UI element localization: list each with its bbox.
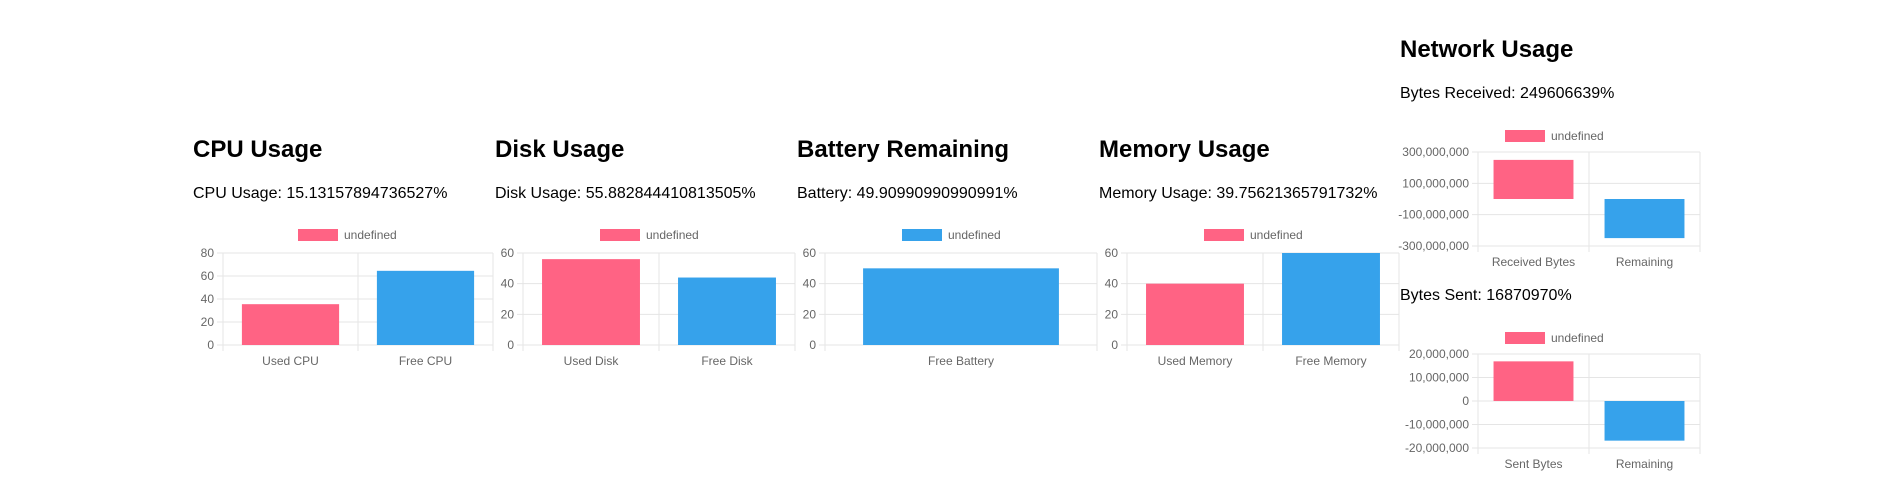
memory-chart: undefined 0 20 40 60 Used Memory Free Memory: [1105, 228, 1400, 368]
y-tick-label: 100,000,000: [1402, 176, 1469, 190]
legend-label: undefined: [1551, 331, 1604, 345]
legend[interactable]: undefined: [1505, 129, 1604, 143]
legend-swatch: [1204, 229, 1244, 241]
disk-title: Disk Usage: [495, 136, 625, 163]
x-tick-label: Free CPU: [399, 354, 452, 368]
x-tick-label: Used Disk: [564, 354, 620, 368]
y-tick-label: -10,000,000: [1405, 418, 1469, 432]
bar-free-memory[interactable]: [1282, 253, 1380, 345]
y-tick-label: 300,000,000: [1402, 145, 1469, 159]
bar-received-bytes[interactable]: [1493, 159, 1574, 199]
legend[interactable]: undefined: [1505, 331, 1604, 345]
legend-label: undefined: [948, 228, 1001, 242]
cpu-stat: CPU Usage: 15.13157894736527%: [193, 185, 448, 202]
memory-stat: Memory Usage: 39.75621365791732%: [1099, 185, 1378, 202]
legend[interactable]: undefined: [600, 228, 699, 242]
legend-label: undefined: [344, 228, 397, 242]
y-tick-label: 0: [207, 338, 214, 352]
y-tick-label: 80: [201, 246, 215, 260]
y-tick-label: 60: [201, 269, 215, 283]
bytes-received-stat: Bytes Received: 249606639%: [1400, 85, 1615, 102]
y-tick-label: 0: [507, 338, 514, 352]
bar-used-disk[interactable]: [542, 259, 640, 345]
cpu-title: CPU Usage: [193, 136, 323, 163]
bar-remaining[interactable]: [1604, 199, 1685, 239]
legend-label: undefined: [1551, 129, 1604, 143]
y-tick-label: -100,000,000: [1398, 208, 1469, 222]
network-panel: Network Usage: [1400, 36, 1573, 64]
y-tick-label: 0: [809, 338, 816, 352]
battery-chart: undefined 0 20 40 60 Free Battery: [803, 228, 1098, 368]
legend-swatch: [298, 229, 338, 241]
x-tick-label: Received Bytes: [1492, 255, 1575, 269]
y-tick-label: 0: [1111, 338, 1118, 352]
battery-title: Battery Remaining: [797, 136, 1010, 163]
y-tick-label: 0: [1462, 394, 1469, 408]
y-tick-label: 20,000,000: [1409, 347, 1469, 361]
legend[interactable]: undefined: [298, 228, 397, 242]
y-tick-label: 20: [803, 307, 817, 321]
x-tick-label: Used Memory: [1158, 354, 1233, 368]
bar-free-battery[interactable]: [863, 268, 1059, 345]
network-title: Network Usage: [1400, 36, 1574, 63]
y-tick-label: 20: [1105, 307, 1119, 321]
memory-panel: Memory Usage: [1099, 136, 1270, 164]
disk-panel: Disk Usage: [495, 136, 624, 164]
bar-used-memory[interactable]: [1146, 283, 1244, 345]
legend-label: undefined: [646, 228, 699, 242]
bar-free-cpu[interactable]: [376, 270, 475, 345]
x-tick-label: Free Battery: [928, 354, 994, 368]
legend-swatch: [600, 229, 640, 241]
bar-sent-bytes[interactable]: [1493, 361, 1574, 401]
x-tick-label: Used CPU: [262, 354, 319, 368]
legend[interactable]: undefined: [1204, 228, 1303, 242]
y-tick-label: 10,000,000: [1409, 371, 1469, 385]
cpu-chart: undefined 0 20 40 60 80 Used CPU Free CPU: [201, 228, 494, 368]
disk-stat: Disk Usage: 55.882844410813505%: [495, 185, 756, 202]
bar-used-cpu[interactable]: [241, 304, 340, 345]
x-tick-label: Sent Bytes: [1504, 457, 1562, 471]
x-tick-label: Free Disk: [701, 354, 753, 368]
y-tick-label: 60: [803, 246, 817, 260]
y-tick-label: 20: [501, 307, 515, 321]
y-tick-label: 40: [201, 292, 215, 306]
bytes-sent-stat: Bytes Sent: 16870970%: [1400, 287, 1572, 304]
x-tick-label: Free Memory: [1295, 354, 1366, 368]
bytes-sent-chart: undefined -20,000,000 -10,000,000 0 10,000,0…: [1405, 331, 1701, 471]
y-tick-label: 60: [1105, 246, 1119, 260]
y-tick-label: 20: [201, 315, 215, 329]
legend-swatch: [1505, 332, 1545, 344]
battery-stat: Battery: 49.90990990990991%: [797, 185, 1018, 202]
y-tick-label: 40: [501, 277, 515, 291]
cpu-panel: CPU Usage: [193, 136, 322, 164]
memory-title: Memory Usage: [1099, 136, 1270, 163]
bar-free-disk[interactable]: [678, 277, 776, 345]
disk-chart: undefined 0 20 40 60 Used Disk Free Disk: [501, 228, 796, 368]
bytes-received-chart: undefined -300,000,000 -100,000,000 100,000…: [1398, 129, 1701, 269]
legend-label: undefined: [1250, 228, 1303, 242]
y-tick-label: 60: [501, 246, 515, 260]
y-tick-label: 40: [1105, 277, 1119, 291]
y-tick-label: -20,000,000: [1405, 441, 1469, 455]
legend[interactable]: undefined: [902, 228, 1001, 242]
legend-swatch: [902, 229, 942, 241]
x-tick-label: Remaining: [1616, 255, 1673, 269]
bar-remaining[interactable]: [1604, 401, 1685, 441]
y-tick-label: -300,000,000: [1398, 239, 1469, 253]
y-tick-label: 40: [803, 277, 817, 291]
legend-swatch: [1505, 130, 1545, 142]
battery-panel: Battery Remaining: [797, 136, 1009, 164]
x-tick-label: Remaining: [1616, 457, 1673, 471]
